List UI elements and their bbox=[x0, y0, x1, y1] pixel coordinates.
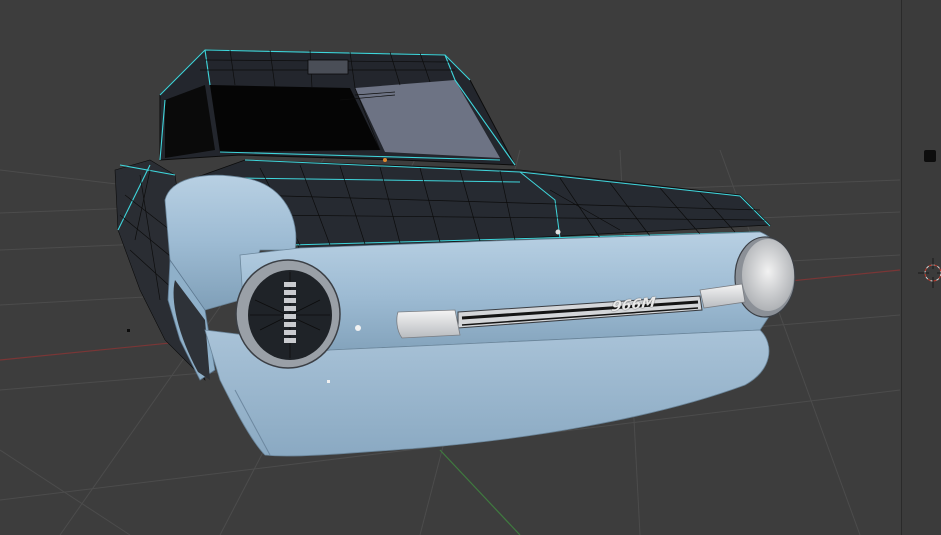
y-axis-line bbox=[439, 449, 521, 535]
rear-view-mirror bbox=[307, 59, 349, 75]
car-model[interactable] bbox=[114, 49, 796, 457]
panel-handle[interactable] bbox=[924, 150, 936, 162]
3d-cursor-icon bbox=[918, 258, 941, 288]
side-panel[interactable] bbox=[901, 0, 941, 535]
headlight-right-lens bbox=[742, 239, 794, 311]
viewport-canvas[interactable] bbox=[0, 0, 901, 535]
indicator-left bbox=[396, 309, 461, 339]
3d-viewport[interactable]: 966M bbox=[0, 0, 901, 535]
